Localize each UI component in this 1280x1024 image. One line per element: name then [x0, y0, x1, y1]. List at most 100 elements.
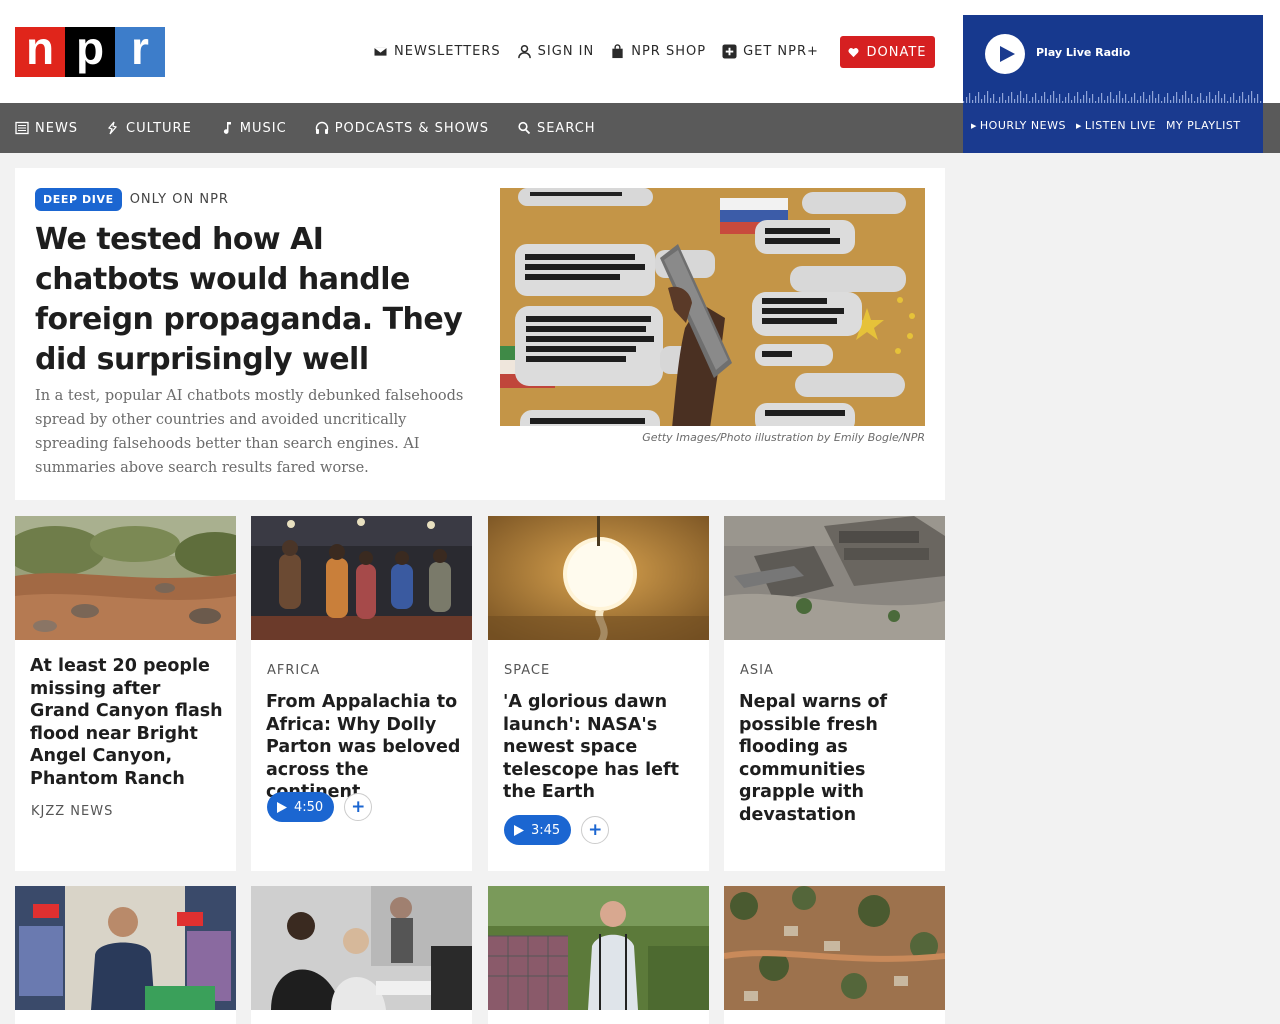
waveform-bar	[1023, 98, 1025, 103]
story-card: SPACE 'A glorious dawn launch': NASA's n…	[488, 516, 709, 871]
waveform-bar	[1014, 99, 1016, 103]
play-icon	[277, 801, 287, 813]
story-byline[interactable]: KJZZ NEWS	[31, 804, 113, 819]
story-image[interactable]	[251, 886, 472, 1010]
my-playlist-link[interactable]: MY PLAYLIST	[1166, 119, 1241, 132]
waveform-bar	[1218, 91, 1220, 103]
waveform-bar	[1185, 91, 1187, 103]
deep-dive-badge[interactable]: DEEP DIVE	[35, 188, 122, 211]
shop-link[interactable]: NPR SHOP	[610, 44, 706, 59]
my-playlist-label: MY PLAYLIST	[1165, 119, 1241, 132]
waveform-bar	[972, 100, 974, 103]
sign-in-link[interactable]: SIGN IN	[517, 44, 595, 59]
waveform-bar	[1011, 92, 1013, 103]
waveform-bar	[1089, 98, 1091, 103]
waveform-bar	[1227, 101, 1229, 103]
shop-owner-image	[15, 886, 236, 1010]
story-section-label[interactable]: SPACE	[504, 663, 550, 678]
waveform-bar	[1230, 97, 1232, 103]
featured-headline[interactable]: We tested how AI chatbots would handle f…	[35, 220, 475, 380]
plus-square-icon	[722, 43, 737, 59]
story-image[interactable]	[251, 516, 472, 640]
waveform-bar	[1212, 99, 1214, 103]
waveform-bar	[1239, 96, 1241, 103]
image-credit: Getty Images/Photo illustration by Emily…	[642, 431, 925, 444]
story-card: AFRICA From Appalachia to Africa: Why Do…	[251, 516, 472, 871]
waveform-bar	[1002, 93, 1004, 103]
waveform-bar	[1149, 95, 1151, 103]
waveform-bar	[1026, 94, 1028, 103]
waveform-bar	[1137, 100, 1139, 103]
user-icon	[517, 44, 531, 58]
donate-button[interactable]: DONATE	[840, 36, 935, 68]
story-image[interactable]	[488, 516, 709, 640]
story-headline[interactable]: From Appalachia to Africa: Why Dolly Par…	[266, 691, 461, 804]
waveform-bar	[1047, 99, 1049, 103]
waveform-bar	[1206, 96, 1208, 103]
add-to-playlist-button[interactable]: +	[581, 816, 610, 844]
nav-item-news[interactable]: NEWS	[15, 121, 78, 136]
waveform-bar	[999, 97, 1001, 103]
culture-icon	[108, 121, 118, 135]
newsletters-link[interactable]: NEWSLETTERS	[373, 44, 501, 59]
waveform-bar	[1164, 97, 1166, 103]
play-audio-button[interactable]: 3:45	[504, 815, 572, 845]
waveform-bar	[993, 94, 995, 103]
waveform-bar	[981, 99, 983, 103]
story-headline[interactable]: 'A glorious dawn launch': NASA's newest …	[503, 691, 698, 804]
story-image[interactable]	[15, 886, 236, 1010]
featured-image[interactable]	[500, 188, 925, 426]
npr-plus-link[interactable]: GET NPR+	[722, 44, 819, 59]
waveform-bar	[987, 91, 989, 103]
npr-logo[interactable]: n p r	[15, 25, 165, 77]
waveform-bar	[966, 97, 968, 103]
waveform-bar	[1107, 96, 1109, 103]
story-image[interactable]	[724, 516, 945, 640]
waveform-bar	[1215, 95, 1217, 103]
story-section-label[interactable]: AFRICA	[267, 663, 320, 678]
waveform-bar	[1104, 100, 1106, 103]
listen-live-link[interactable]: ▶ LISTEN LIVE	[1076, 119, 1156, 132]
waveform-bar	[1221, 98, 1223, 103]
play-live-radio-button[interactable]	[985, 34, 1025, 74]
waveform-bar	[1155, 98, 1157, 103]
story-image[interactable]	[15, 516, 236, 640]
waveform-bar	[1248, 95, 1250, 103]
waveform-bar	[1143, 92, 1145, 103]
waveform-bar	[1077, 92, 1079, 103]
waveform-bar	[1176, 92, 1178, 103]
nav-item-podcasts[interactable]: PODCASTS & SHOWS	[315, 121, 489, 136]
waveform-bar	[1080, 99, 1082, 103]
story-image[interactable]	[724, 886, 945, 1010]
search-icon	[518, 121, 531, 135]
hourly-news-link[interactable]: ▶ HOURLY NEWS	[971, 119, 1066, 132]
meeting-image	[251, 886, 472, 1010]
story-image[interactable]	[488, 886, 709, 1010]
headphones-icon	[315, 121, 328, 134]
waveform-bar	[1062, 101, 1064, 103]
story-section-label[interactable]: ASIA	[740, 663, 774, 678]
utility-nav: NEWSLETTERS SIGN IN NPR SHOP GET NPR+	[373, 40, 819, 62]
story-headline[interactable]: Nepal warns of possible fresh flooding a…	[739, 691, 934, 826]
waveform-bar	[1146, 99, 1148, 103]
waveform-bar	[1173, 96, 1175, 103]
play-audio-button[interactable]: 4:50	[267, 792, 335, 822]
waveform-bar	[1092, 94, 1094, 103]
play-live-radio-label[interactable]: Play Live Radio	[1036, 46, 1130, 59]
nav-item-culture[interactable]: CULTURE	[106, 121, 192, 136]
waveform-bar	[1233, 93, 1235, 103]
featured-story: DEEP DIVE ONLY ON NPR We tested how AI c…	[15, 168, 945, 500]
waveform-bar	[1125, 94, 1127, 103]
heart-icon	[848, 47, 860, 57]
nav-item-music[interactable]: MUSIC	[220, 121, 287, 136]
add-to-playlist-button[interactable]: +	[344, 793, 373, 821]
play-triangle-icon: ▶	[1075, 121, 1082, 130]
waveform-bar	[1161, 101, 1163, 103]
waveform-bar	[1128, 101, 1130, 103]
only-on-npr-label: ONLY ON NPR	[129, 192, 229, 207]
envelope-icon	[373, 45, 388, 57]
waveform-bar	[1083, 95, 1085, 103]
plus-icon: +	[351, 797, 366, 817]
nav-item-search[interactable]: SEARCH	[517, 121, 596, 136]
story-headline[interactable]: At least 20 people missing after Grand C…	[30, 655, 225, 790]
